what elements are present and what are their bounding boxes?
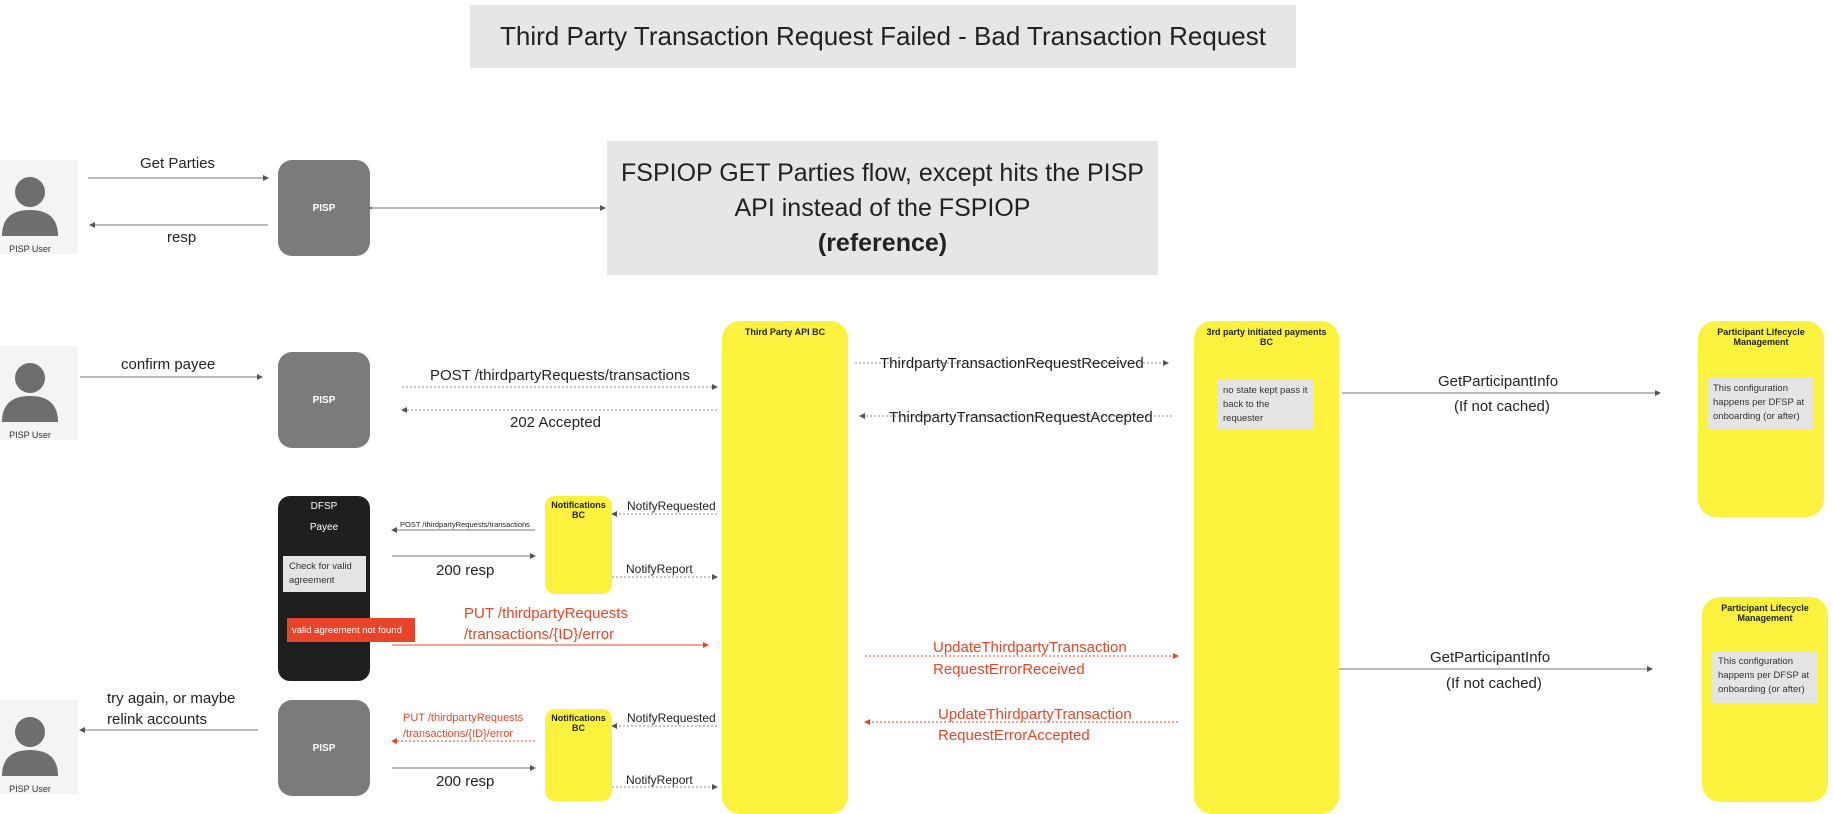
pisp-user-1: PISP User xyxy=(0,160,78,254)
msg-update-error-accepted-1: UpdateThirdpartyTransaction xyxy=(938,706,1132,723)
user-icon xyxy=(2,363,58,422)
msg-post-transactions-small: POST /thirdpartyRequests/transactions xyxy=(400,520,530,529)
pisp-user-3: PISP User xyxy=(0,700,78,794)
msg-get-participant-info-2: GetParticipantInfo xyxy=(1430,649,1551,666)
agreement-not-found-badge: valid agreement not found xyxy=(287,618,415,642)
msg-put-error-small-1: PUT /thirdpartyRequests xyxy=(403,712,524,724)
user-icon xyxy=(2,177,58,236)
third-party-api-bc-label: Third Party API BC xyxy=(744,327,826,337)
pisp-box-2: PISP xyxy=(278,352,370,448)
participant-lifecycle-label: Participant Lifecycle Management xyxy=(1717,327,1805,347)
msg-if-not-cached-1: (If not cached) xyxy=(1454,398,1550,415)
msg-request-accepted: ThirdpartyTransactionRequestAccepted xyxy=(889,409,1153,426)
participant-lifecycle-label: Participant Lifecycle Management xyxy=(1721,603,1809,623)
msg-notify-report-1: NotifyReport xyxy=(626,562,693,576)
pisp-user-2: PISP User xyxy=(0,346,78,440)
msg-update-error-received-2: RequestErrorReceived xyxy=(933,661,1085,678)
notifications-bc-2: Notifications BC xyxy=(545,709,612,801)
msg-put-error-small-2: /transactions/{ID}/error xyxy=(403,728,514,740)
msg-202-accepted: 202 Accepted xyxy=(510,414,601,431)
config-note-2: This configuration happens per DFSP at o… xyxy=(1712,651,1818,703)
config-note-1: This configuration happens per DFSP at o… xyxy=(1707,378,1813,430)
dfsp-label: DFSP xyxy=(310,501,338,512)
msg-try-again-2: relink accounts xyxy=(107,711,208,728)
msg-notify-requested-1: NotifyRequested xyxy=(627,499,716,513)
msg-resp: resp xyxy=(167,229,197,246)
msg-confirm-payee: confirm payee xyxy=(121,356,216,373)
msg-get-parties: Get Parties xyxy=(140,155,216,172)
notifications-bc-label: Notifications BC xyxy=(551,713,606,733)
third-party-payments-bc: 3rd party initiated payments BC no state… xyxy=(1194,321,1339,814)
pisp-user-label: PISP User xyxy=(9,784,51,794)
no-state-note: no state kept pass it back to the reques… xyxy=(1217,380,1314,430)
pisp-box-1: PISP xyxy=(278,160,370,256)
msg-get-participant-info-1: GetParticipantInfo xyxy=(1438,373,1559,390)
third-party-payments-bc-label: 3rd party initiated payments BC xyxy=(1206,327,1327,347)
msg-put-error-line2: /transactions/{ID}/error xyxy=(464,626,615,643)
check-agreement-note: Check for valid agreement xyxy=(283,556,366,592)
msg-post-transactions: POST /thirdpartyRequests/transactions xyxy=(430,367,690,384)
msg-200-resp-1: 200 resp xyxy=(436,562,495,579)
dfsp-payee-box: DFSP Payee Check for valid agreement xyxy=(278,496,370,681)
pisp-user-label: PISP User xyxy=(9,430,51,440)
msg-notify-report-2: NotifyReport xyxy=(626,773,693,787)
user-icon xyxy=(2,717,58,776)
participant-lifecycle-1: Participant Lifecycle Management This co… xyxy=(1698,321,1824,517)
pisp-user-label: PISP User xyxy=(9,244,51,254)
pisp-box-3: PISP xyxy=(278,700,370,796)
payee-label: Payee xyxy=(309,522,339,533)
notifications-bc-label: Notifications BC xyxy=(551,500,606,520)
msg-200-resp-2: 200 resp xyxy=(436,773,495,790)
msg-update-error-received-1: UpdateThirdpartyTransaction xyxy=(933,639,1127,656)
notifications-bc-1: Notifications BC xyxy=(545,496,612,594)
participant-lifecycle-2: Participant Lifecycle Management This co… xyxy=(1702,597,1828,802)
msg-put-error-line1: PUT /thirdpartyRequests xyxy=(464,605,628,622)
msg-if-not-cached-2: (If not cached) xyxy=(1446,675,1542,692)
msg-update-error-accepted-2: RequestErrorAccepted xyxy=(938,727,1090,744)
msg-request-received: ThirdpartyTransactionRequestReceived xyxy=(880,355,1144,372)
connector-layer xyxy=(79,175,1661,790)
third-party-api-bc: Third Party API BC xyxy=(722,321,848,814)
msg-notify-requested-2: NotifyRequested xyxy=(627,711,716,725)
msg-try-again-1: try again, or maybe xyxy=(107,690,236,707)
